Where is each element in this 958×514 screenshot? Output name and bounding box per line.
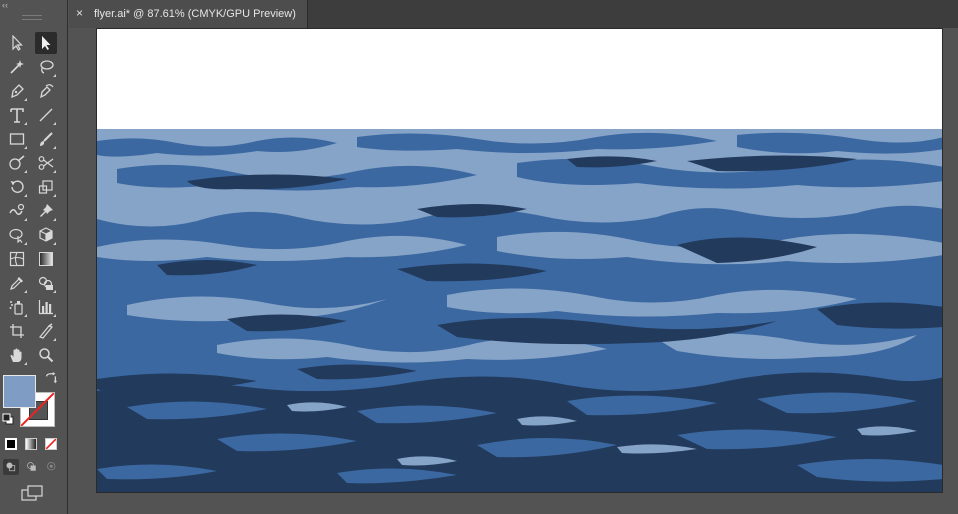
puppet-warp-tool[interactable] — [35, 200, 57, 222]
column-graph-tool[interactable] — [35, 296, 57, 318]
artboard[interactable] — [96, 28, 943, 493]
pen-tool[interactable] — [6, 80, 28, 102]
blend-tool[interactable] — [35, 272, 57, 294]
artboard-icon — [10, 324, 24, 338]
warp-icon — [9, 203, 25, 215]
change-screen-mode-button[interactable] — [20, 484, 46, 502]
none-slash-icon — [46, 439, 56, 449]
brush-icon — [40, 132, 53, 146]
panel-grip-handle[interactable] — [22, 15, 42, 20]
rectangle-icon — [9, 133, 25, 145]
cube-icon — [39, 227, 53, 242]
draw-behind-icon — [27, 462, 36, 471]
pin-icon — [40, 204, 53, 217]
arrow-outline-icon — [12, 35, 23, 51]
rotate-icon — [10, 180, 24, 193]
line-segment-tool[interactable] — [35, 104, 57, 126]
hand-tool[interactable] — [6, 344, 28, 366]
curvature-tool[interactable] — [35, 80, 57, 102]
pen-icon — [11, 84, 24, 99]
screen-mode-icon — [21, 485, 43, 501]
color-mode-button[interactable] — [5, 438, 17, 450]
type-icon — [10, 108, 24, 123]
lasso-icon — [40, 60, 54, 74]
draw-inside-icon — [47, 462, 56, 471]
shape-builder-icon — [9, 228, 23, 243]
sprayer-icon — [9, 301, 23, 315]
paintbrush-tool[interactable] — [35, 128, 57, 150]
scale-icon — [38, 180, 53, 194]
default-fill-stroke-button[interactable] — [2, 413, 14, 425]
slice-tool[interactable] — [35, 320, 57, 342]
gradient-mode-button[interactable] — [25, 438, 37, 450]
knife-icon — [38, 323, 54, 339]
draw-inside-button[interactable] — [44, 459, 60, 475]
magic-wand-tool[interactable] — [6, 56, 28, 78]
arrow-filled-icon — [42, 36, 51, 50]
draw-normal-button[interactable] — [3, 459, 19, 475]
warp-tool[interactable] — [6, 200, 28, 222]
document-tab-title: flyer.ai* @ 87.61% (CMYK/GPU Preview) — [94, 8, 296, 20]
hand-icon — [10, 348, 22, 362]
eyedropper-icon — [10, 277, 23, 290]
type-tool[interactable] — [6, 104, 28, 126]
bar-graph-icon — [38, 300, 53, 315]
close-tab-button[interactable]: × — [76, 6, 83, 20]
zoom-tool[interactable] — [35, 344, 57, 366]
canvas-area[interactable] — [69, 28, 958, 514]
collapse-panel-button[interactable]: ‹‹ — [2, 1, 8, 10]
magnifier-icon — [39, 348, 54, 363]
mesh-tool[interactable] — [6, 248, 28, 270]
shape-builder-tool[interactable] — [6, 224, 28, 246]
document-tab[interactable]: × flyer.ai* @ 87.61% (CMYK/GPU Preview) — [69, 0, 308, 28]
ocean-artwork[interactable] — [97, 129, 943, 493]
scale-tool[interactable] — [35, 176, 57, 198]
scissors-icon — [38, 156, 54, 170]
scissors-tool[interactable] — [35, 152, 57, 174]
shaper-icon — [9, 155, 25, 170]
eyedropper-tool[interactable] — [6, 272, 28, 294]
document-tab-bar: × flyer.ai* @ 87.61% (CMYK/GPU Preview) — [69, 0, 958, 28]
fill-swatch[interactable] — [3, 375, 36, 408]
gradient-tool[interactable] — [35, 248, 57, 270]
lasso-tool[interactable] — [35, 56, 57, 78]
artboard-tool[interactable] — [6, 320, 28, 342]
draw-behind-button[interactable] — [24, 459, 40, 475]
default-colors-icon — [2, 413, 14, 425]
blend-icon — [38, 276, 53, 290]
magic-wand-icon — [10, 60, 24, 74]
swap-fill-stroke-button[interactable] — [44, 372, 58, 386]
gradient-icon — [39, 252, 53, 266]
direct-selection-tool[interactable] — [35, 32, 57, 54]
draw-normal-icon — [6, 462, 16, 472]
shaper-tool[interactable] — [6, 152, 28, 174]
none-mode-button[interactable] — [45, 438, 57, 450]
symbol-sprayer-tool[interactable] — [6, 296, 28, 318]
tools-panel: ‹‹ — [0, 0, 68, 514]
mesh-icon — [9, 251, 25, 267]
rotate-tool[interactable] — [6, 176, 28, 198]
perspective-grid-tool[interactable] — [35, 224, 57, 246]
curvature-pen-icon — [40, 84, 54, 99]
selection-tool[interactable] — [6, 32, 28, 54]
line-icon — [39, 108, 53, 122]
rectangle-tool[interactable] — [6, 128, 28, 150]
swap-arrows-icon — [45, 372, 58, 384]
